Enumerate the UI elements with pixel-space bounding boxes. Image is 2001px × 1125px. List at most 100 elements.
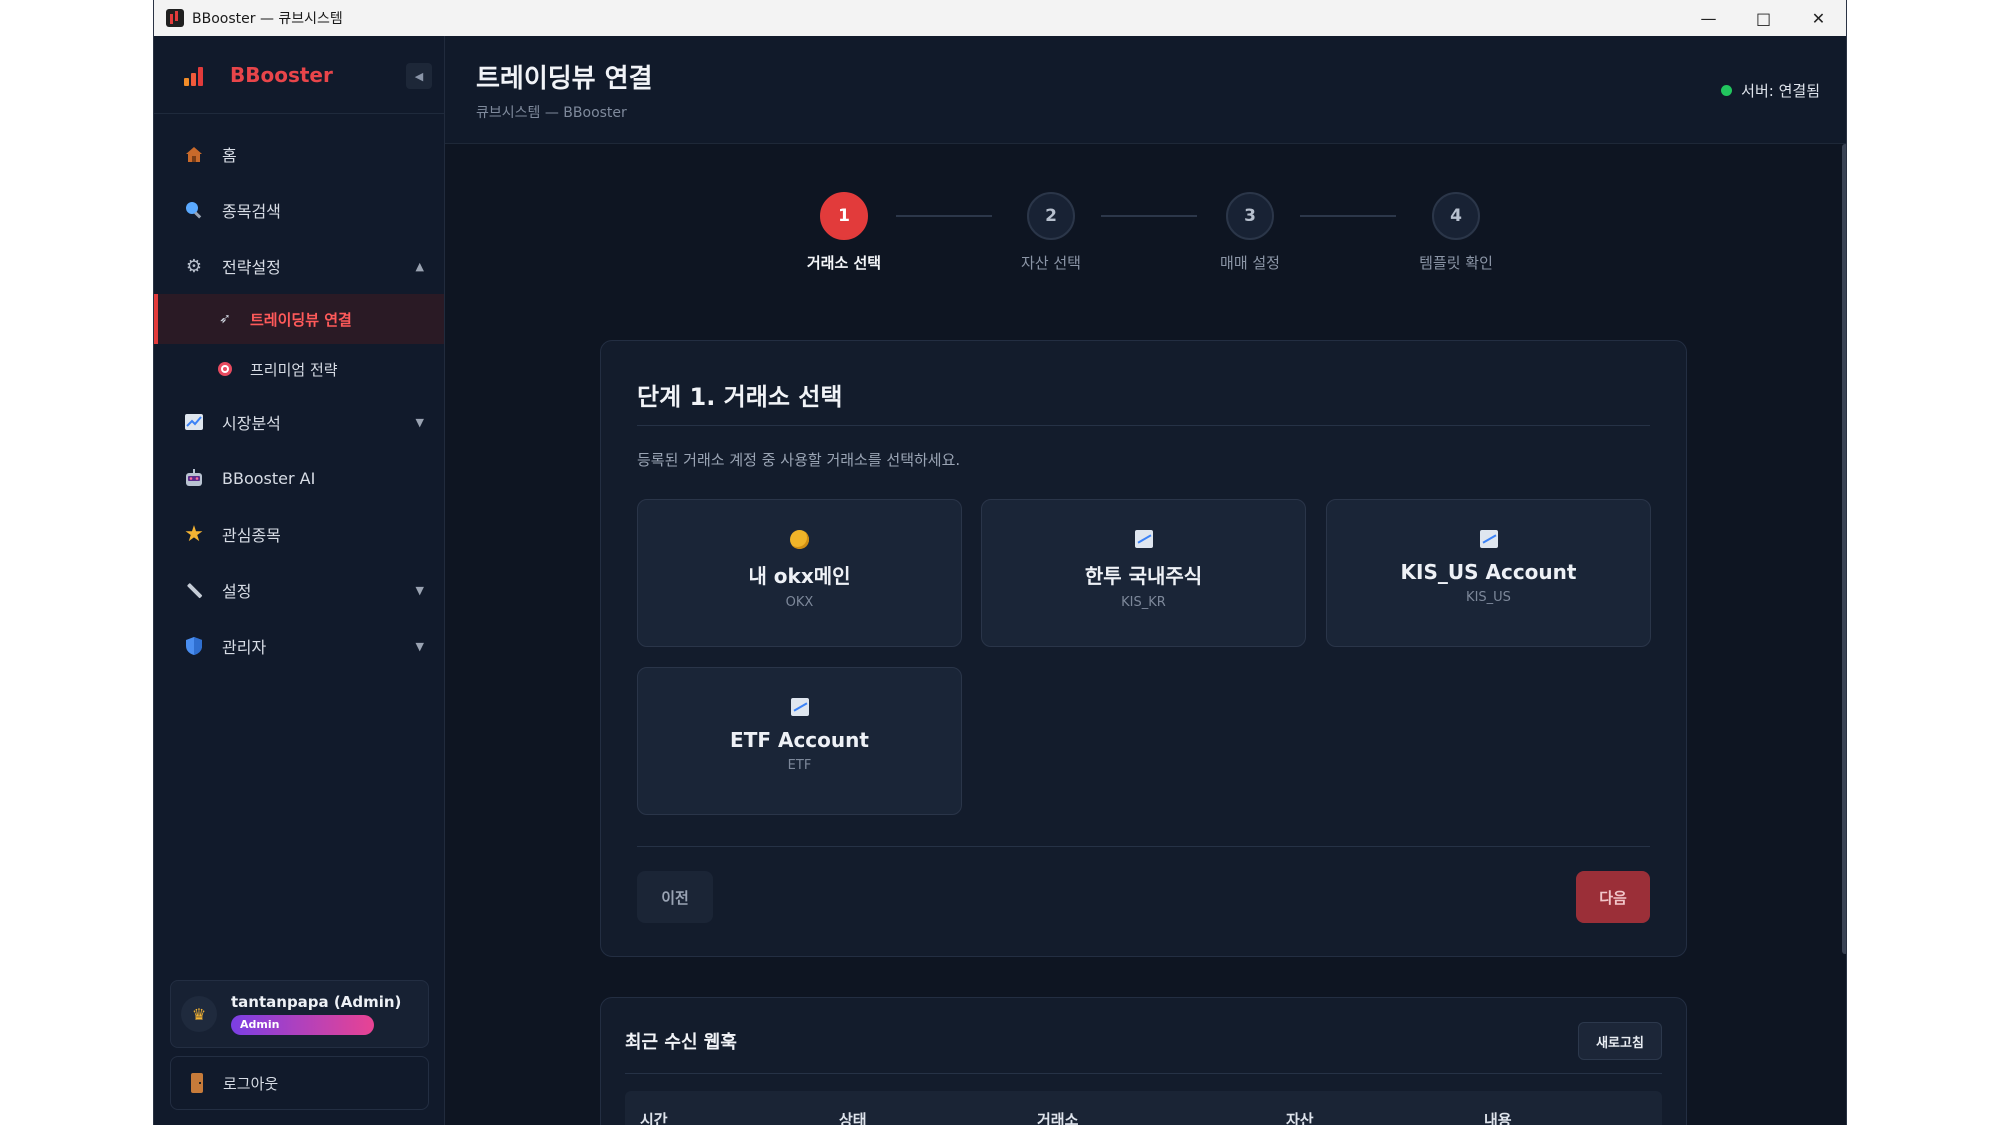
logout-button[interactable]: 로그아웃 [170, 1056, 429, 1110]
chart-icon [182, 410, 206, 434]
step-label: 매매 설정 [1220, 254, 1280, 272]
gear-icon: ⚙ [185, 255, 203, 277]
exchange-code: OKX [785, 595, 814, 610]
step-connector [1101, 215, 1197, 217]
webhook-title: 최근 수신 웹훅 [625, 1032, 737, 1053]
sidebar-item-label: 전략설정 [222, 258, 281, 277]
sidebar-item-admin[interactable]: 관리자 ▼ [154, 618, 444, 674]
chart-icon [790, 698, 809, 716]
close-button[interactable]: ✕ [1791, 0, 1846, 36]
brand[interactable]: BBooster [154, 36, 444, 114]
step-number: 3 [1226, 192, 1274, 240]
step-4[interactable]: 4 템플릿 확인 [1396, 192, 1516, 273]
sidebar-item-strategy[interactable]: ⚙ 전략설정 ▲ [154, 238, 444, 294]
chevron-down-icon: ▼ [415, 639, 424, 653]
column-header-time[interactable]: 시간 [640, 1109, 668, 1125]
nav-menu: 홈 종목검색 ⚙ 전략설정 ▲ ➶ 트레이딩뷰 연결 프리미엄 전략 시장분석 … [154, 114, 444, 674]
sidebar-item-label: 홈 [222, 146, 237, 165]
step-card-title: 단계 1. 거래소 선택 [637, 383, 843, 411]
stepper: 1 거래소 선택 2 자산 선택 3 매매 설정 4 템플릿 확인 [445, 192, 1846, 282]
step-card-description: 등록된 거래소 계정 중 사용할 거래소를 선택하세요. [637, 451, 961, 469]
status-dot-icon [1721, 85, 1733, 96]
page-header: 트레이딩뷰 연결 큐브시스템 — BBooster 서버: 연결됨 [445, 36, 1846, 144]
sidebar-item-label: 관리자 [222, 638, 267, 657]
shield-icon [182, 634, 206, 658]
main-content: 트레이딩뷰 연결 큐브시스템 — BBooster 서버: 연결됨 1 거래소 … [445, 36, 1846, 1125]
chart-icon [1134, 530, 1153, 548]
exchange-card-kis-kr[interactable]: 한투 국내주식 KIS_KR [981, 499, 1306, 647]
prev-button[interactable]: 이전 [637, 871, 713, 923]
door-icon [191, 1073, 203, 1093]
chart-icon [1479, 530, 1498, 548]
sidebar-item-label: 프리미엄 전략 [250, 360, 338, 379]
page-subtitle: 큐브시스템 — BBooster [476, 105, 627, 121]
chevron-down-icon: ▼ [415, 583, 424, 597]
scrollbar[interactable] [1842, 144, 1846, 954]
sidebar-item-premium[interactable]: 프리미엄 전략 [154, 344, 444, 394]
sidebar-item-home[interactable]: 홈 [154, 126, 444, 182]
step-2[interactable]: 2 자산 선택 [991, 192, 1111, 273]
maximize-button[interactable]: □ [1736, 0, 1791, 36]
sidebar-item-ai[interactable]: BBooster AI [154, 450, 444, 506]
sidebar: BBooster ◀ 홈 종목검색 ⚙ 전략설정 ▲ ➶ 트레이딩뷰 연결 프리… [154, 36, 445, 1125]
brand-name: BBooster [230, 62, 333, 87]
sidebar-item-watchlist[interactable]: ★ 관심종목 [154, 506, 444, 562]
user-name: tantanpapa (Admin) [231, 993, 402, 1011]
column-header-content[interactable]: 내용 [1484, 1109, 1512, 1125]
home-icon [182, 142, 206, 166]
chevron-up-icon: ▲ [415, 259, 424, 273]
rocket-icon: ➶ [219, 311, 231, 327]
title-bar: BBooster — 큐브시스템 — □ ✕ [154, 0, 1846, 36]
app-icon [166, 9, 184, 27]
exchange-name: 한투 국내주식 [1084, 564, 1203, 588]
webhook-table-header: 시간 상태 거래소 자산 내용 [625, 1091, 1662, 1125]
step-number: 1 [820, 192, 868, 240]
page-title: 트레이딩뷰 연결 [476, 64, 653, 94]
refresh-button[interactable]: 새로고침 [1578, 1022, 1662, 1060]
exchange-card-etf[interactable]: ETF Account ETF [637, 667, 962, 815]
column-header-exchange[interactable]: 거래소 [1037, 1109, 1078, 1125]
sidebar-item-settings[interactable]: 설정 ▼ [154, 562, 444, 618]
target-icon [216, 357, 234, 381]
exchange-code: KIS_KR [1121, 595, 1166, 610]
column-header-status[interactable]: 상태 [839, 1109, 867, 1125]
wrench-icon [182, 578, 206, 602]
divider [637, 425, 1650, 426]
sidebar-item-market[interactable]: 시장분석 ▼ [154, 394, 444, 450]
minimize-button[interactable]: — [1681, 0, 1736, 36]
step-1[interactable]: 1 거래소 선택 [784, 192, 904, 273]
webhook-card: 최근 수신 웹훅 새로고침 시간 상태 거래소 자산 내용 [600, 997, 1687, 1125]
step-3[interactable]: 3 매매 설정 [1190, 192, 1310, 273]
user-card[interactable]: ♛ tantanpapa (Admin) Admin [170, 980, 429, 1048]
step-label: 자산 선택 [1021, 254, 1081, 272]
collapse-sidebar-button[interactable]: ◀ [406, 63, 432, 89]
exchange-name: ETF Account [730, 728, 869, 752]
server-status-label: 서버: 연결됨 [1741, 82, 1820, 100]
exchange-card-kis-us[interactable]: KIS_US Account KIS_US [1326, 499, 1651, 647]
step-label: 템플릿 확인 [1419, 254, 1493, 272]
sidebar-item-label: 시장분석 [222, 414, 281, 433]
step-number: 2 [1027, 192, 1075, 240]
exchange-name: KIS_US Account [1400, 560, 1577, 584]
column-header-asset[interactable]: 자산 [1286, 1109, 1314, 1125]
coin-icon [790, 530, 809, 549]
robot-icon [182, 466, 206, 490]
next-button[interactable]: 다음 [1576, 871, 1650, 923]
exchange-name: 내 okx메인 [748, 564, 851, 588]
sidebar-item-search[interactable]: 종목검색 [154, 182, 444, 238]
sidebar-item-label: BBooster AI [222, 468, 316, 488]
sidebar-item-tradingview[interactable]: ➶ 트레이딩뷰 연결 [154, 294, 444, 344]
step-label: 거래소 선택 [806, 254, 882, 272]
window-title: BBooster — 큐브시스템 [192, 11, 343, 27]
search-icon [182, 198, 206, 222]
exchange-code: ETF [787, 758, 812, 773]
app-window: BBooster — 큐브시스템 — □ ✕ BBooster ◀ 홈 종목검색… [153, 0, 1847, 1125]
sidebar-item-label: 종목검색 [222, 202, 281, 221]
logo-bars-icon [182, 62, 208, 88]
exchange-code: KIS_US [1466, 590, 1511, 605]
step-connector [1300, 215, 1396, 217]
exchange-card-okx[interactable]: 내 okx메인 OKX [637, 499, 962, 647]
step-number: 4 [1432, 192, 1480, 240]
divider [637, 846, 1650, 847]
divider [625, 1073, 1662, 1074]
